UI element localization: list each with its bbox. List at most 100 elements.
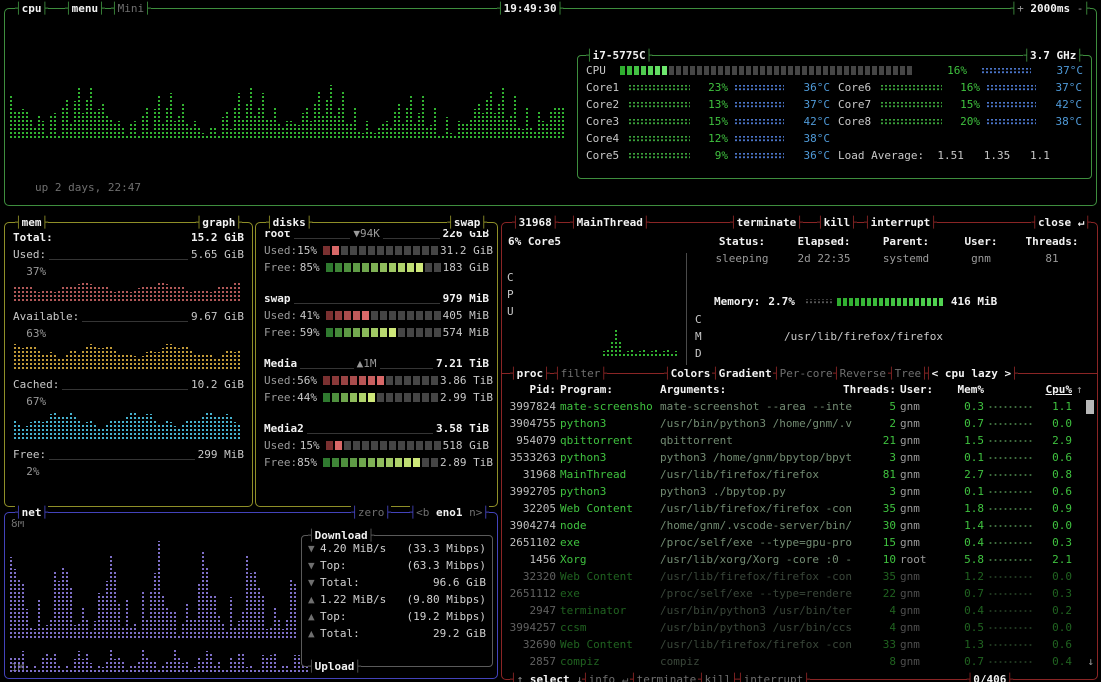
core-temp: 42°C	[784, 113, 830, 130]
proc-cpu-pct: 0.2	[1036, 602, 1072, 619]
proc-table-row[interactable]: 3992705python3python3 ./bpytop.py3gnm0.1…	[502, 483, 1097, 500]
proc-pid: 3904755	[506, 415, 556, 432]
meter-block	[897, 298, 901, 306]
net-stat-value: (9.80 Mibps)	[407, 591, 486, 608]
net-interface-selector[interactable]: <b eno1 n>	[410, 504, 490, 521]
proc-table-row[interactable]: 3997824mate-screenshomate-screenshot --a…	[502, 398, 1097, 415]
core-usage-minimeter	[628, 136, 690, 142]
detail-kill-button[interactable]: kill	[817, 214, 857, 231]
proc-table-row[interactable]: 32320Web Content/usr/lib/firefox/firefox…	[502, 568, 1097, 585]
meter-block	[404, 393, 411, 402]
disk-used-label: Used:	[264, 437, 297, 454]
load-average-values: 1.51 1.35 1.1	[937, 147, 1050, 164]
leader-line	[82, 312, 188, 322]
proc-scrollbar[interactable]	[1086, 400, 1094, 414]
footer-info-button[interactable]: info ↵	[582, 671, 635, 682]
meter-block	[413, 376, 420, 385]
meter-block	[404, 376, 411, 385]
menu-button[interactable]: menu	[65, 0, 105, 17]
detail-close-button[interactable]: close ↵	[1031, 214, 1091, 231]
meter-block	[389, 311, 396, 320]
meter-block	[335, 441, 342, 450]
proc-table-row[interactable]: 2857compizcompiz8gnm0.70.4	[502, 653, 1097, 670]
footer-kill-button[interactable]: kill	[698, 671, 738, 682]
meter-block	[380, 263, 387, 272]
meter-block	[398, 263, 405, 272]
meter-block	[386, 376, 393, 385]
proc-table-row[interactable]: 3904755python3/usr/bin/python3 /home/gnm…	[502, 415, 1097, 432]
detail-interrupt-button[interactable]: interrupt	[864, 214, 937, 231]
core-temp-minigraph	[734, 85, 784, 91]
proc-mem-minigraph	[988, 540, 1032, 545]
proc-program: Web Content	[560, 636, 656, 653]
footer-interrupt-button[interactable]: interrupt	[737, 671, 810, 682]
proc-filter-button[interactable]: filter	[554, 365, 607, 382]
cpu-core-row: Core213%37°CCore715%42°C	[586, 96, 1083, 113]
mem-stat-pct: 2%	[13, 463, 40, 480]
mem-stat-row: Available:9.67 GiB	[13, 308, 244, 325]
cpu-box-title[interactable]: cpu	[15, 0, 48, 17]
disk-used-label: Used:	[264, 307, 297, 324]
mem-graph-toggle[interactable]: graph	[196, 214, 242, 231]
detail-stat-header: User:	[946, 233, 1016, 250]
proc-table-row[interactable]: 3904274node/home/gnm/.vscode-server/bin/…	[502, 517, 1097, 534]
proc-table-row[interactable]: 3994257ccsm/usr/bin/python3 /usr/bin/ccs…	[502, 619, 1097, 636]
proc-pid: 2947	[506, 602, 556, 619]
leader-line	[49, 250, 188, 260]
cpu-core-row: Core123%36°CCore616%37°C	[586, 79, 1083, 96]
disks-box-title: disks	[266, 214, 312, 231]
proc-table-row[interactable]: 2947terminator/usr/bin/python3 /usr/bin/…	[502, 602, 1097, 619]
proc-percore-toggle[interactable]: Per-core	[773, 365, 839, 382]
net-zero-toggle[interactable]: zero	[351, 504, 391, 521]
net-stat-value: 29.2 GiB	[433, 625, 486, 642]
meter-block	[395, 246, 402, 255]
iface-prev-button[interactable]: <b	[416, 506, 436, 519]
proc-table-row[interactable]: 2651102exe/proc/self/exe --type=gpu-pro1…	[502, 534, 1097, 551]
proc-sort-selector[interactable]: < cpu lazy >	[925, 365, 1018, 382]
proc-colors-toggle[interactable]: Colors	[664, 365, 717, 382]
mem-stat-pct: 67%	[13, 393, 46, 410]
proc-table-row[interactable]: 954079qbittorrentqbittorrent21gnm1.52.9	[502, 432, 1097, 449]
proc-pid: 954079	[506, 432, 556, 449]
meter-block	[332, 393, 339, 402]
proc-threads: 33	[864, 636, 896, 653]
detail-stat-value: sleeping	[702, 250, 782, 267]
iface-next-button[interactable]: n>	[463, 506, 483, 519]
proc-cpu-pct: 2.1	[1036, 551, 1072, 568]
meter-block	[344, 311, 351, 320]
disk-used-value: 405 MiB	[443, 307, 489, 324]
interval-plus-button[interactable]: +	[1017, 2, 1024, 15]
disk-used-row: Used:15%31.2 GiB	[264, 242, 489, 259]
proc-pid: 32320	[506, 568, 556, 585]
proc-pid: 2857	[506, 653, 556, 670]
meter-block	[655, 66, 660, 75]
proc-table-row[interactable]: 3533263python3python3 /home/gnm/bpytop/b…	[502, 449, 1097, 466]
proc-table-row[interactable]: 32690Web Content/usr/lib/firefox/firefox…	[502, 636, 1097, 653]
meter-block	[341, 376, 348, 385]
proc-cpu-pct: 0.0	[1036, 517, 1072, 534]
detail-stat-header: Parent:	[866, 233, 946, 250]
proc-cpu-pct: 0.9	[1036, 500, 1072, 517]
proc-gradient-toggle[interactable]: Gradient	[712, 365, 778, 382]
proc-reverse-toggle[interactable]: Reverse	[833, 365, 893, 382]
meter-block	[855, 298, 859, 306]
proc-table-row[interactable]: 1456Xorg/usr/lib/xorg/Xorg -core :0 -10r…	[502, 551, 1097, 568]
meter-block	[830, 66, 835, 75]
footer-terminate-button[interactable]: terminate	[630, 671, 703, 682]
proc-table-row[interactable]: 31968MainThread/usr/lib/firefox/firefox8…	[502, 466, 1097, 483]
footer-select-control[interactable]: ↑ select ↓	[510, 671, 590, 682]
cpu-core-subbox: i7-5775C 3.7 GHz CPU16%37°CCore123%36°CC…	[577, 55, 1092, 179]
meter-block	[422, 246, 429, 255]
proc-table-row[interactable]: 2651112exe/proc/self/exe --type=rendere2…	[502, 585, 1097, 602]
detail-terminate-button[interactable]: terminate	[730, 214, 803, 231]
disk-used-pct: 15%	[297, 437, 320, 454]
proc-tree-toggle[interactable]: Tree	[888, 365, 928, 382]
disks-swap-toggle[interactable]: swap	[447, 214, 487, 231]
mem-box: mem graph Total: 15.2 GiB Used:5.65 GiB …	[4, 222, 253, 507]
disk-entry: Media▲1M7.21 TiBUsed:56%3.86 TiBFree:44%…	[264, 355, 489, 406]
proc-table-row[interactable]: 32205Web Content/usr/lib/firefox/firefox…	[502, 500, 1097, 517]
download-arrow-icon: ▼	[308, 557, 320, 574]
mini-mode-toggle[interactable]: Mini	[111, 0, 151, 17]
interval-minus-button[interactable]: -	[1077, 2, 1084, 15]
meter-block	[879, 298, 883, 306]
